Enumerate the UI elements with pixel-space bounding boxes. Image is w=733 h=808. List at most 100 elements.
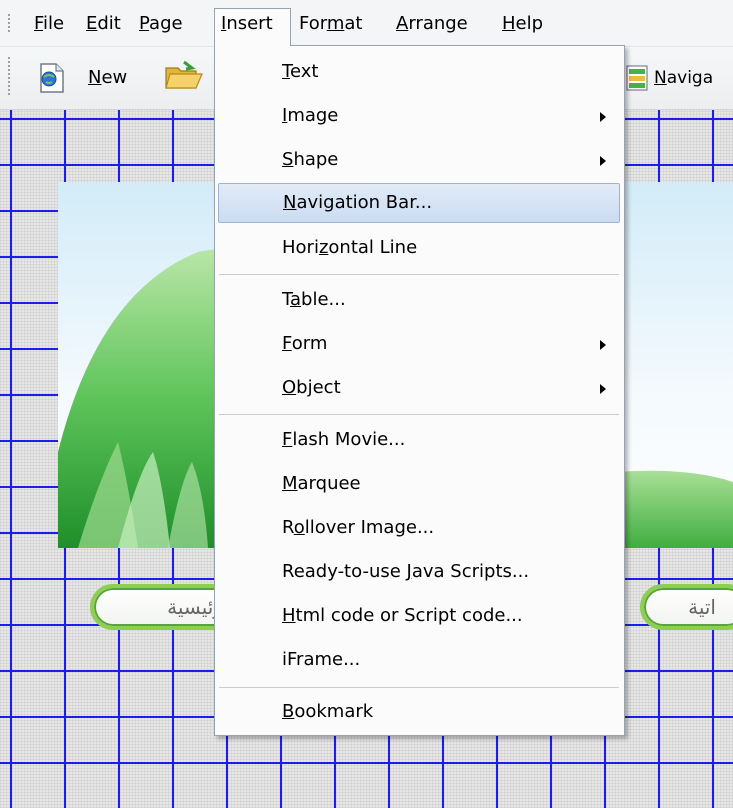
menu-arrange-mnemonic: A — [396, 13, 409, 34]
insert-java-scripts-label-post: ava Scripts... — [411, 561, 530, 582]
navigation-bar-label: Naviga — [654, 61, 713, 95]
insert-flash-movie-item[interactable]: Flash Movie... — [218, 420, 620, 460]
insert-navigation-bar-mnemonic: N — [283, 192, 297, 213]
insert-text-label-post: ext — [289, 61, 319, 82]
insert-rollover-image-label-post: llover Image... — [304, 517, 435, 538]
menu-format-mnemonic: m — [326, 13, 345, 34]
submenu-arrow-icon — [600, 384, 606, 394]
insert-shape-mnemonic: S — [282, 149, 294, 170]
navigation-bar-icon — [626, 65, 648, 91]
menu-separator — [219, 414, 619, 415]
menubar-grip[interactable] — [8, 14, 10, 32]
nav-button-second[interactable]: اتية — [640, 584, 733, 630]
insert-form-item[interactable]: Form — [218, 324, 620, 364]
menu-page[interactable]: Page — [133, 8, 189, 40]
menu-file[interactable]: File — [28, 8, 70, 40]
navigation-bar-button[interactable]: Naviga — [624, 59, 733, 99]
insert-html-code-label: Html code or Script code... — [282, 596, 523, 636]
insert-rollover-image-mnemonic: o — [293, 517, 305, 538]
insert-table-item[interactable]: Table... — [218, 280, 620, 320]
insert-flash-movie-label-post: lash Movie... — [292, 429, 406, 450]
new-mnemonic: N — [88, 67, 102, 88]
insert-java-scripts-label: Ready-to-use Java Scripts... — [282, 552, 529, 592]
insert-horizontal-line-label-post: ontal Line — [328, 237, 418, 258]
nav-button-second-label: اتية — [688, 595, 716, 619]
insert-horizontal-line-label-pre: Hori — [282, 237, 319, 258]
menu-page-mnemonic: P — [139, 13, 150, 34]
insert-rollover-image-item[interactable]: Rollover Image... — [218, 508, 620, 548]
menu-file-mnemonic: F — [34, 13, 44, 34]
insert-object-mnemonic: O — [282, 377, 297, 398]
submenu-arrow-icon — [600, 340, 606, 350]
menu-help-mnemonic: H — [502, 13, 516, 34]
navigation-label-rest: aviga — [666, 68, 714, 88]
insert-image-item[interactable]: Image — [218, 96, 620, 136]
insert-marquee-mnemonic: M — [282, 473, 298, 494]
insert-flash-movie-mnemonic: F — [282, 429, 293, 450]
menu-separator — [219, 274, 619, 275]
insert-html-code-label-post: tml code or Script code... — [295, 605, 523, 626]
insert-shape-label-post: hape — [293, 149, 339, 170]
new-button[interactable]: New — [34, 59, 144, 99]
insert-bookmark-item[interactable]: Bookmark — [218, 692, 620, 732]
insert-marquee-label-post: arquee — [297, 473, 361, 494]
insert-menu-dropdown: Text Image Shape Navigation Bar... Horiz… — [214, 45, 625, 736]
insert-iframe-label-pre: iFrame... — [282, 649, 361, 670]
insert-bookmark-label: Bookmark — [282, 692, 373, 732]
insert-form-label-post: orm — [291, 333, 328, 354]
insert-java-scripts-item[interactable]: Ready-to-use Java Scripts... — [218, 552, 620, 592]
insert-marquee-label: Marquee — [282, 464, 361, 504]
insert-horizontal-line-mnemonic: z — [318, 237, 329, 258]
insert-table-mnemonic: a — [290, 289, 302, 310]
insert-html-code-item[interactable]: Html code or Script code... — [218, 596, 620, 636]
menu-edit-mnemonic: E — [86, 13, 98, 34]
insert-iframe-label: iFrame... — [282, 640, 360, 680]
insert-object-item[interactable]: Object — [218, 368, 620, 408]
menu-format[interactable]: Format — [293, 8, 368, 40]
submenu-arrow-icon — [600, 112, 606, 122]
new-button-label: New — [88, 61, 127, 95]
menu-edit[interactable]: Edit — [80, 8, 127, 40]
toolbar-grip[interactable] — [8, 57, 10, 95]
menu-help-label: elp — [515, 13, 544, 34]
insert-navigation-bar-label-post: avigation Bar... — [296, 192, 433, 213]
menu-insert[interactable]: Insert — [214, 8, 291, 46]
insert-horizontal-line-label: Horizontal Line — [282, 228, 417, 268]
insert-text-mnemonic: T — [282, 61, 290, 82]
insert-flash-movie-label: Flash Movie... — [282, 420, 405, 460]
insert-navigation-bar-item[interactable]: Navigation Bar... — [218, 183, 620, 223]
insert-bookmark-mnemonic: B — [282, 701, 295, 722]
insert-text-label: Text — [282, 52, 318, 92]
menu-edit-label: dit — [97, 13, 121, 34]
menu-help[interactable]: Help — [496, 8, 549, 40]
insert-java-scripts-label-pre: Ready-to-use — [282, 561, 407, 582]
new-page-icon — [40, 63, 64, 93]
insert-navigation-bar-label: Navigation Bar... — [283, 184, 432, 222]
insert-bookmark-label-post: ookmark — [294, 701, 374, 722]
menu-bar: File Edit Page Insert Format Arrange Hel… — [0, 0, 733, 47]
insert-text-item[interactable]: Text — [218, 52, 620, 92]
insert-shape-label: Shape — [282, 140, 338, 180]
insert-horizontal-line-item[interactable]: Horizontal Line — [218, 228, 620, 268]
navigation-mnemonic: N — [654, 68, 667, 88]
submenu-arrow-icon — [600, 156, 606, 166]
insert-marquee-item[interactable]: Marquee — [218, 464, 620, 504]
menu-separator — [219, 687, 619, 688]
new-label-rest: ew — [101, 67, 128, 88]
insert-shape-item[interactable]: Shape — [218, 140, 620, 180]
insert-iframe-item[interactable]: iFrame... — [218, 640, 620, 680]
insert-html-code-mnemonic: H — [282, 605, 296, 626]
insert-table-label-post: ble... — [301, 289, 346, 310]
insert-table-label-pre: T — [282, 289, 291, 310]
menu-arrange[interactable]: Arrange — [390, 8, 474, 40]
insert-table-label: Table... — [282, 280, 346, 320]
open-folder-icon[interactable] — [164, 60, 204, 92]
menu-insert-label: nsert — [226, 13, 273, 34]
insert-object-label-post: bject — [296, 377, 341, 398]
insert-form-mnemonic: F — [282, 333, 292, 354]
menu-format-label-end: at — [344, 13, 363, 34]
insert-rollover-image-label-pre: R — [282, 517, 294, 538]
insert-image-label-post: mage — [287, 105, 339, 126]
menu-page-label: age — [149, 13, 183, 34]
menu-file-label: ile — [43, 13, 65, 34]
